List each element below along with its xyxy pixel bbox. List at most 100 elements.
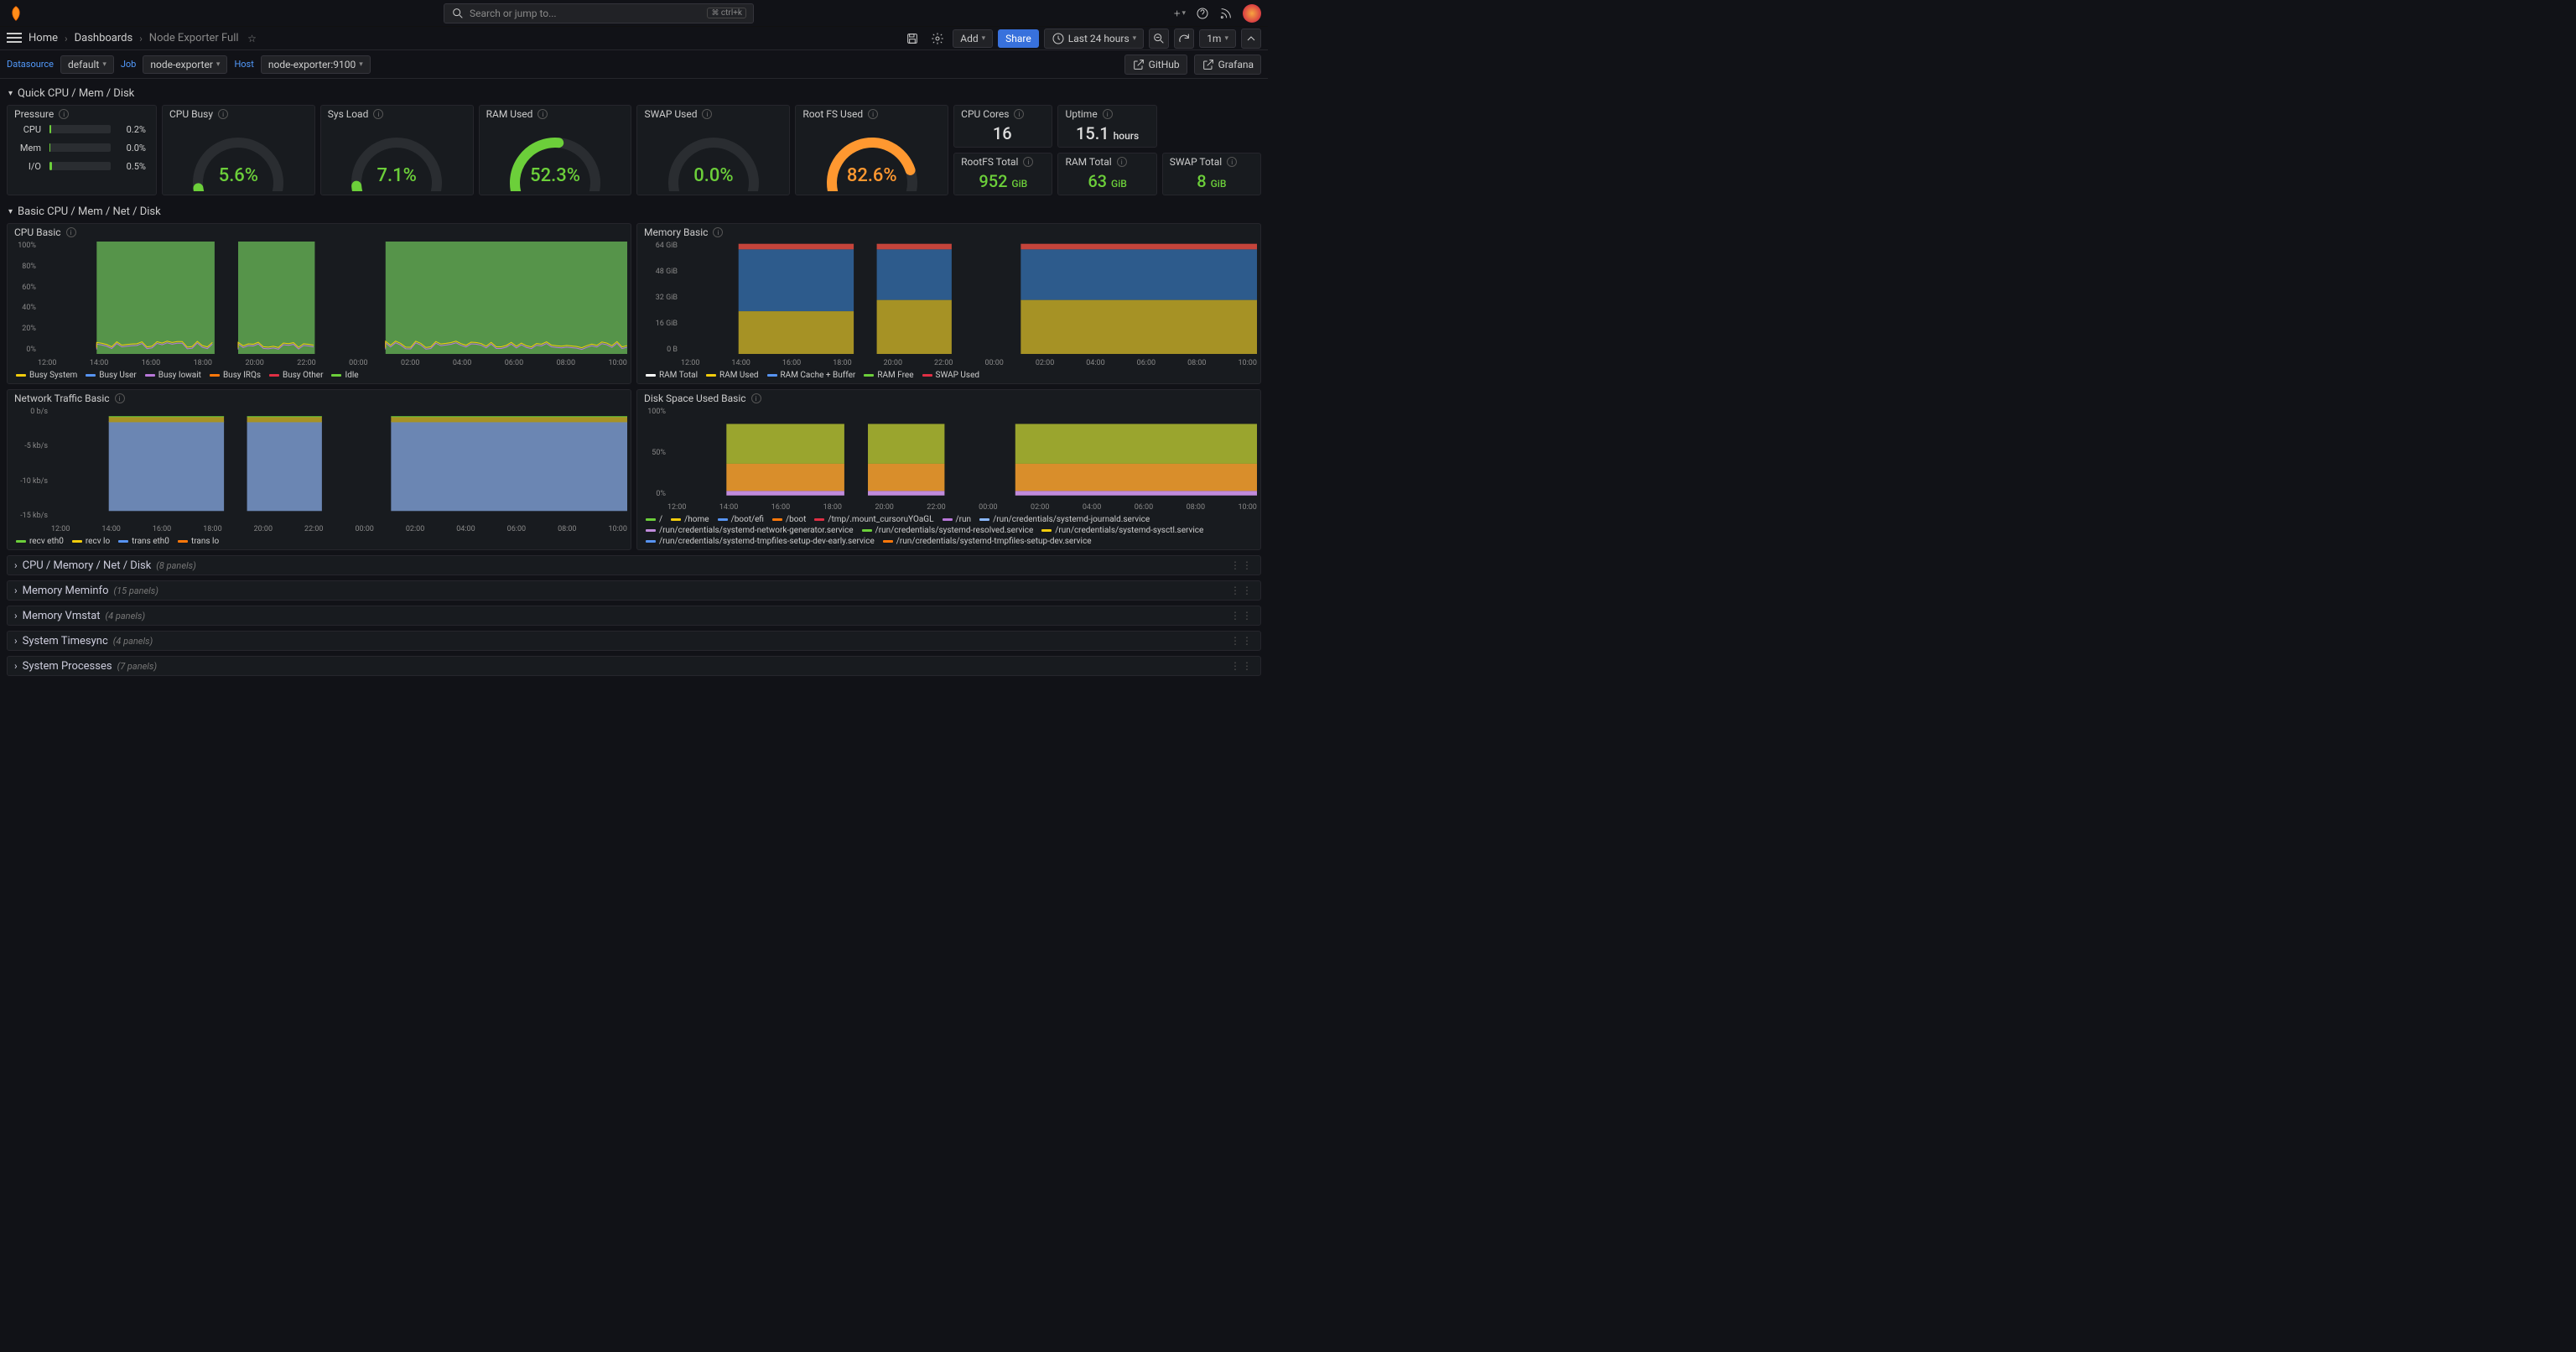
menu-toggle[interactable] [7, 33, 22, 44]
legend-item[interactable]: trans eth0 [118, 537, 169, 546]
drag-handle-icon[interactable]: ⋮⋮ [1230, 610, 1254, 621]
legend-item[interactable]: Busy System [16, 371, 77, 380]
legend-item[interactable]: /home [671, 515, 709, 524]
var-datasource-label: Datasource [7, 59, 54, 70]
drag-handle-icon[interactable]: ⋮⋮ [1230, 559, 1254, 571]
legend-item[interactable]: /run/credentials/systemd-tmpfiles-setup-… [646, 537, 875, 546]
info-icon[interactable]: i [1103, 109, 1113, 119]
info-icon[interactable]: i [1117, 157, 1127, 167]
info-icon[interactable]: i [713, 227, 723, 237]
info-icon[interactable]: i [1014, 109, 1024, 119]
drag-handle-icon[interactable]: ⋮⋮ [1230, 635, 1254, 647]
legend-item[interactable]: /tmp/.mount_cursoruYOaGL [814, 515, 933, 524]
section-basic[interactable]: ▾ Basic CPU / Mem / Net / Disk [7, 200, 1261, 223]
pressure-label: Mem [18, 143, 41, 153]
section-quick[interactable]: ▾ Quick CPU / Mem / Disk [7, 82, 1261, 105]
legend-item[interactable]: Busy IRQs [210, 371, 261, 380]
panel-title: Root FS Used [802, 108, 863, 120]
panel-title: CPU Cores [961, 108, 1009, 120]
legend-item[interactable]: /boot/efi [718, 515, 764, 524]
time-range-picker[interactable]: Last 24 hours▾ [1044, 29, 1144, 49]
collapsed-section[interactable]: › Memory Vmstat (4 panels) ⋮⋮ [7, 606, 1261, 626]
stat-value: 8 GiB [1163, 168, 1260, 195]
help-icon[interactable] [1196, 7, 1209, 20]
legend-item[interactable]: RAM Cache + Buffer [767, 371, 856, 380]
settings-icon[interactable] [927, 29, 948, 49]
collapsed-section[interactable]: › Memory Meminfo (15 panels) ⋮⋮ [7, 580, 1261, 601]
github-link[interactable]: GitHub [1124, 55, 1187, 75]
pressure-label: CPU [18, 124, 41, 135]
chart-x-axis: 12:0014:0016:0018:0020:0022:0000:0002:00… [667, 503, 1257, 512]
chart-legend: RAM Total RAM Used RAM Cache + Buffer RAM F… [637, 369, 1260, 383]
legend-item[interactable]: /run/credentials/systemd-journald.servic… [979, 515, 1150, 524]
info-icon[interactable]: i [66, 227, 76, 237]
legend-item[interactable]: /run [943, 515, 972, 524]
news-icon[interactable] [1219, 7, 1233, 20]
breadcrumb-home[interactable]: Home [29, 32, 58, 44]
legend-item[interactable]: RAM Used [706, 371, 758, 380]
breadcrumb-page[interactable]: Node Exporter Full [149, 32, 239, 44]
var-job-label: Job [121, 59, 137, 70]
search-input[interactable]: Search or jump to... ⌘ ctrl+k [444, 3, 754, 23]
legend-item[interactable]: /run/credentials/systemd-tmpfiles-setup-… [883, 537, 1092, 546]
add-button[interactable]: Add▾ [953, 29, 993, 48]
info-icon[interactable]: i [702, 109, 712, 119]
grafana-logo[interactable] [7, 4, 25, 23]
save-dashboard-icon[interactable] [902, 29, 922, 49]
chart-plot[interactable] [681, 242, 1257, 354]
chart-legend: Busy System Busy User Busy Iowait Busy IRQs… [8, 369, 631, 383]
info-icon[interactable]: i [59, 109, 69, 119]
pressure-bar [49, 125, 111, 133]
info-icon[interactable]: i [538, 109, 548, 119]
pressure-bar [49, 143, 111, 152]
grafana-link[interactable]: Grafana [1194, 55, 1261, 75]
chart-plot[interactable] [38, 242, 627, 354]
legend-item[interactable]: Busy Iowait [145, 371, 201, 380]
drag-handle-icon[interactable]: ⋮⋮ [1230, 660, 1254, 672]
var-host-select[interactable]: node-exporter:9100▾ [261, 55, 371, 74]
chart-plot[interactable] [51, 408, 627, 520]
user-avatar[interactable] [1243, 4, 1261, 23]
star-icon[interactable]: ☆ [246, 32, 259, 45]
refresh-interval-picker[interactable]: 1m▾ [1199, 29, 1236, 48]
chevron-down-icon: ▾ [8, 89, 13, 98]
collapsed-section[interactable]: › System Timesync (4 panels) ⋮⋮ [7, 631, 1261, 651]
share-button[interactable]: Share [998, 29, 1039, 48]
legend-item[interactable]: recv lo [72, 537, 110, 546]
legend-item[interactable]: RAM Free [864, 371, 913, 380]
info-icon[interactable]: i [218, 109, 228, 119]
collapsed-section[interactable]: › CPU / Memory / Net / Disk (8 panels) ⋮… [7, 555, 1261, 575]
gauge: 5.6% [175, 124, 301, 191]
var-job-select[interactable]: node-exporter▾ [143, 55, 227, 74]
legend-item[interactable]: Busy User [86, 371, 136, 380]
var-datasource-select[interactable]: default▾ [60, 55, 114, 74]
info-icon[interactable]: i [373, 109, 383, 119]
legend-item[interactable]: / [646, 515, 662, 524]
drag-handle-icon[interactable]: ⋮⋮ [1230, 585, 1254, 596]
chart-plot[interactable] [667, 408, 1257, 498]
legend-item[interactable]: /run/credentials/systemd-sysctl.service [1041, 526, 1203, 535]
breadcrumb-dashboards[interactable]: Dashboards [75, 32, 133, 44]
legend-item[interactable]: trans lo [178, 537, 219, 546]
info-icon[interactable]: i [115, 393, 125, 403]
info-icon[interactable]: i [751, 393, 761, 403]
legend-item[interactable]: SWAP Used [922, 371, 980, 380]
collapsed-section[interactable]: › System Processes (7 panels) ⋮⋮ [7, 656, 1261, 676]
legend-item[interactable]: /boot [772, 515, 806, 524]
info-icon[interactable]: i [868, 109, 878, 119]
kiosk-icon[interactable] [1241, 29, 1261, 49]
info-icon[interactable]: i [1023, 157, 1033, 167]
clock-icon [1052, 32, 1065, 45]
legend-item[interactable]: recv eth0 [16, 537, 64, 546]
info-icon[interactable]: i [1227, 157, 1237, 167]
legend-item[interactable]: RAM Total [646, 371, 698, 380]
add-menu-icon[interactable]: ▾ [1172, 7, 1186, 20]
chart-y-axis: 100%80%60%40%20%0% [8, 242, 36, 354]
refresh-icon[interactable] [1174, 29, 1194, 49]
legend-item[interactable]: Busy Other [269, 371, 323, 380]
legend-item[interactable]: Idle [331, 371, 358, 380]
zoom-out-icon[interactable] [1149, 29, 1169, 49]
panel-title: Network Traffic Basic [14, 393, 110, 404]
legend-item[interactable]: /run/credentials/systemd-network-generat… [646, 526, 854, 535]
legend-item[interactable]: /run/credentials/systemd-resolved.servic… [862, 526, 1034, 535]
